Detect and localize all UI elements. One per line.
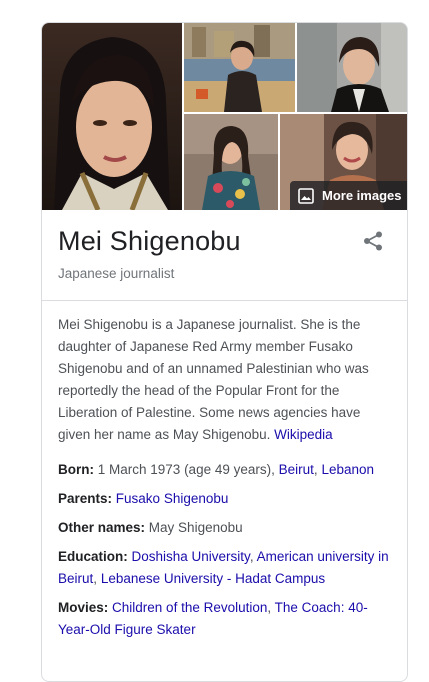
lebanon-link[interactable]: Lebanon [321, 462, 374, 477]
fact-label: Born: [58, 462, 94, 477]
entity-title: Mei Shigenobu [58, 226, 241, 256]
portrait-photo[interactable] [42, 23, 182, 210]
fact-label: Education: [58, 549, 128, 564]
more-images-label: More images [322, 188, 402, 203]
fact-born: Born: 1 March 1973 (age 49 years), Beiru… [58, 459, 398, 481]
divider [42, 300, 407, 301]
beirut-link[interactable]: Beirut [279, 462, 314, 477]
more-images-button[interactable]: More images [290, 181, 407, 210]
fact-value: 1 March 1973 (age 49 years), [97, 462, 275, 477]
knowledge-panel: More images Mei Shigenobu Japanese journ… [41, 22, 408, 682]
entity-subtitle: Japanese journalist [58, 266, 175, 281]
title-area: Mei Shigenobu Japanese journalist [42, 210, 407, 300]
fact-value: May Shigenobu [148, 520, 243, 535]
description: Mei Shigenobu is a Japanese journalist. … [58, 314, 396, 446]
separator: , [313, 462, 318, 477]
fact-education: Education: Doshisha University, American… [58, 546, 398, 590]
doshisha-link[interactable]: Doshisha University [132, 549, 250, 564]
separator: , [249, 549, 254, 564]
wikipedia-link[interactable]: Wikipedia [274, 427, 333, 442]
floral-dress-photo[interactable] [184, 114, 278, 210]
image-gallery: More images [42, 23, 407, 210]
separator: , [93, 571, 98, 586]
children-of-revolution-link[interactable]: Children of the Revolution [112, 600, 267, 615]
share-icon[interactable] [362, 230, 384, 252]
image-icon [298, 187, 314, 204]
fact-label: Parents: [58, 491, 113, 506]
fact-label: Other names: [58, 520, 146, 535]
street-photo[interactable] [297, 23, 407, 112]
lebanese-university-link[interactable]: Lebanese University - Hadat Campus [101, 571, 325, 586]
fact-movies: Movies: Children of the Revolution, The … [58, 597, 398, 641]
harbor-photo[interactable] [184, 23, 295, 112]
fact-parents: Parents: Fusako Shigenobu [58, 488, 398, 510]
separator: , [267, 600, 272, 615]
fact-label: Movies: [58, 600, 109, 615]
description-text: Mei Shigenobu is a Japanese journalist. … [58, 317, 369, 442]
fact-other-names: Other names: May Shigenobu [58, 517, 398, 539]
fusako-shigenobu-link[interactable]: Fusako Shigenobu [116, 491, 229, 506]
facts-list: Born: 1 March 1973 (age 49 years), Beiru… [58, 459, 398, 648]
